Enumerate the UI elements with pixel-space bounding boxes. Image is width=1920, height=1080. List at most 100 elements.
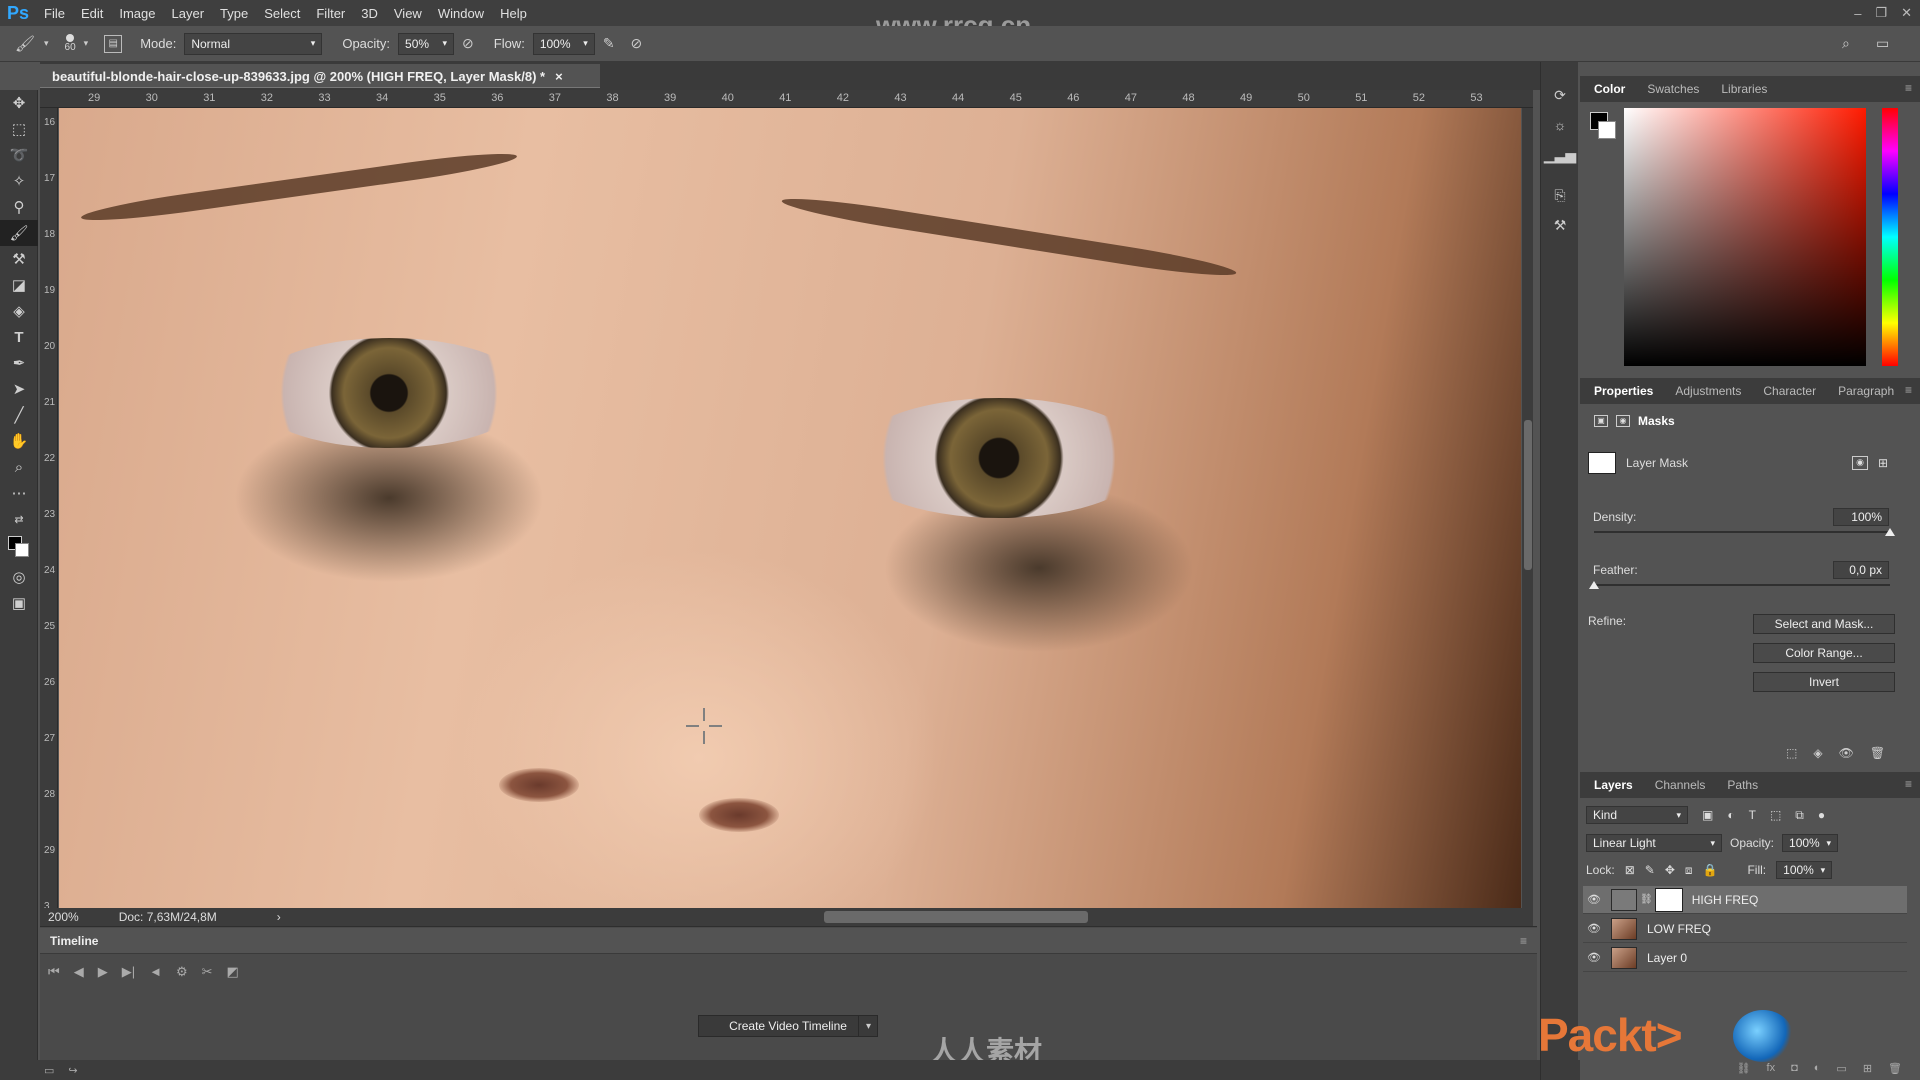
status-arrow-icon[interactable]: › bbox=[277, 910, 281, 924]
panel-menu-icon[interactable]: ≡ bbox=[1905, 81, 1912, 95]
vector-mask-select-icon[interactable]: ⊞ bbox=[1878, 456, 1888, 470]
foreground-background-swatches[interactable] bbox=[0, 532, 38, 564]
add-mask-icon[interactable]: ◘ bbox=[1791, 1062, 1798, 1075]
move-tool-icon[interactable]: ✥ bbox=[0, 90, 38, 116]
lock-position-icon[interactable]: ✥ bbox=[1665, 863, 1675, 877]
panel-menu-icon[interactable]: ≡ bbox=[1905, 383, 1912, 397]
menu-type[interactable]: Type bbox=[212, 6, 256, 21]
screen-mode-icon[interactable]: ▣ bbox=[0, 590, 38, 616]
filter-adjustment-icon[interactable]: ◐ bbox=[1727, 808, 1734, 822]
menu-help[interactable]: Help bbox=[492, 6, 535, 21]
kind-filter-select[interactable]: Kind ▾ bbox=[1586, 806, 1688, 824]
image-canvas[interactable] bbox=[59, 108, 1521, 908]
filter-toggle-icon[interactable]: ● bbox=[1818, 808, 1825, 822]
color-picker-field[interactable] bbox=[1624, 108, 1866, 366]
brush-tool-icon[interactable]: 🖌 bbox=[0, 220, 38, 246]
opacity-input[interactable]: 50% ▾ bbox=[398, 32, 455, 55]
dropdown-arrow-icon[interactable]: ▾ bbox=[84, 38, 89, 49]
feather-slider-track[interactable] bbox=[1594, 584, 1890, 586]
eyedropper-tool-icon[interactable]: ⚲ bbox=[0, 194, 38, 220]
select-and-mask-button[interactable]: Select and Mask... bbox=[1753, 614, 1895, 634]
density-input[interactable]: 100% bbox=[1833, 508, 1889, 526]
menu-select[interactable]: Select bbox=[256, 6, 308, 21]
background-color-swatch[interactable] bbox=[15, 543, 29, 557]
apply-mask-icon[interactable]: ◈ bbox=[1813, 746, 1822, 760]
minimize-icon[interactable]: – bbox=[1854, 6, 1861, 21]
menu-view[interactable]: View bbox=[386, 6, 430, 21]
vertical-scroll-thumb[interactable] bbox=[1524, 420, 1532, 570]
pressure-opacity-icon[interactable]: ⊘ bbox=[462, 35, 474, 52]
brush-preset-picker[interactable]: 60 bbox=[65, 34, 76, 53]
line-tool-icon[interactable]: ╱ bbox=[0, 402, 38, 428]
clone-stamp-tool-icon[interactable]: ⚒ bbox=[0, 246, 38, 272]
airbrush-icon[interactable]: ✎ bbox=[603, 35, 615, 52]
audio-icon[interactable]: ◄ bbox=[149, 964, 162, 980]
zoom-tool-icon[interactable]: ⌕ bbox=[0, 454, 38, 480]
close-icon[interactable]: ✕ bbox=[1901, 5, 1912, 21]
dropdown-arrow-icon[interactable]: ▾ bbox=[44, 38, 49, 49]
layer-row-layer-0[interactable]: 👁 Layer 0 bbox=[1583, 944, 1907, 972]
lock-pixels-icon[interactable]: ✎ bbox=[1645, 863, 1655, 877]
eraser-tool-icon[interactable]: ◪ bbox=[0, 272, 38, 298]
paint-bucket-tool-icon[interactable]: ◈ bbox=[0, 298, 38, 324]
create-timeline-dropdown[interactable]: ▾ bbox=[858, 1015, 878, 1037]
delete-layer-icon[interactable]: 🗑 bbox=[1888, 1062, 1902, 1075]
link-layers-icon[interactable]: ⛓ bbox=[1737, 1062, 1751, 1075]
tool-presets-icon[interactable]: ⚒ bbox=[1541, 210, 1579, 240]
brush-settings-icon[interactable]: ▤ bbox=[104, 34, 123, 53]
background-color-swatch[interactable] bbox=[1598, 121, 1616, 139]
tab-libraries[interactable]: Libraries bbox=[1713, 78, 1775, 100]
next-frame-icon[interactable]: ▶| bbox=[122, 964, 135, 980]
tab-adjustments[interactable]: Adjustments bbox=[1667, 380, 1749, 402]
tab-paths[interactable]: Paths bbox=[1719, 774, 1766, 796]
search-icon[interactable]: ⌕ bbox=[1842, 35, 1850, 52]
menu-file[interactable]: File bbox=[36, 6, 73, 21]
hue-slider[interactable] bbox=[1882, 108, 1898, 366]
lock-artboard-icon[interactable]: ⧈ bbox=[1685, 863, 1693, 878]
split-scissors-icon[interactable]: ✂ bbox=[202, 964, 213, 980]
invert-button[interactable]: Invert bbox=[1753, 672, 1895, 692]
panel-menu-icon[interactable]: ≡ bbox=[1520, 934, 1527, 948]
flow-input[interactable]: 100% ▾ bbox=[532, 32, 595, 55]
quick-mask-icon[interactable]: ◎ bbox=[0, 564, 38, 590]
layer-name[interactable]: Layer 0 bbox=[1647, 951, 1687, 965]
horizontal-scroll-thumb[interactable] bbox=[824, 911, 1088, 923]
create-video-timeline-button[interactable]: Create Video Timeline bbox=[698, 1015, 878, 1037]
new-layer-icon[interactable]: ⊞ bbox=[1863, 1062, 1872, 1075]
path-selection-tool-icon[interactable]: ➤ bbox=[0, 376, 38, 402]
menu-edit[interactable]: Edit bbox=[73, 6, 111, 21]
marquee-tool-icon[interactable]: ⬚ bbox=[0, 116, 38, 142]
layer-row-high-freq[interactable]: 👁 ⛓ HIGH FREQ bbox=[1583, 886, 1907, 914]
pixel-mask-icon[interactable]: ▣ bbox=[1594, 415, 1608, 427]
workspace-icon[interactable]: ▭ bbox=[1876, 35, 1889, 52]
document-tab[interactable]: beautiful-blonde-hair-close-up-839633.jp… bbox=[40, 64, 600, 88]
adjustment-layer-icon[interactable]: ◐ bbox=[1814, 1062, 1821, 1075]
layer-style-icon[interactable]: fx bbox=[1767, 1062, 1776, 1075]
render-icon[interactable]: ▭ bbox=[44, 1064, 54, 1077]
settings-icon[interactable]: ⚙ bbox=[176, 964, 188, 980]
filter-type-icon[interactable]: T bbox=[1749, 808, 1756, 822]
pen-tool-icon[interactable]: ✒ bbox=[0, 350, 38, 376]
menu-filter[interactable]: Filter bbox=[308, 6, 353, 21]
tab-character[interactable]: Character bbox=[1755, 380, 1824, 402]
previous-frame-icon[interactable]: ◀ bbox=[74, 964, 84, 980]
adjust-icon[interactable]: ☼ bbox=[1541, 110, 1579, 140]
visibility-eye-icon[interactable]: 👁 bbox=[1583, 922, 1605, 935]
magic-wand-tool-icon[interactable]: ✧ bbox=[0, 168, 38, 194]
more-tools-icon[interactable]: ⋯ bbox=[0, 480, 38, 506]
fill-input[interactable]: 100% ▾ bbox=[1776, 861, 1833, 879]
density-slider-knob[interactable] bbox=[1885, 528, 1895, 536]
lasso-tool-icon[interactable]: ➰ bbox=[0, 142, 38, 168]
brush-tool-icon[interactable]: 🖌 bbox=[14, 34, 36, 54]
close-tab-icon[interactable]: × bbox=[555, 69, 563, 84]
panel-menu-icon[interactable]: ≡ bbox=[1905, 777, 1912, 791]
layer-row-low-freq[interactable]: 👁 LOW FREQ bbox=[1583, 915, 1907, 943]
pressure-size-icon[interactable]: ⊘ bbox=[631, 35, 643, 52]
tab-swatches[interactable]: Swatches bbox=[1639, 78, 1707, 100]
menu-image[interactable]: Image bbox=[111, 6, 163, 21]
swap-colors-icon[interactable]: ⇄ bbox=[0, 506, 38, 532]
play-icon[interactable]: ▶ bbox=[98, 964, 108, 980]
blend-mode-select[interactable]: Linear Light ▾ bbox=[1586, 834, 1722, 852]
menu-layer[interactable]: Layer bbox=[164, 6, 213, 21]
hand-tool-icon[interactable]: ✋ bbox=[0, 428, 38, 454]
